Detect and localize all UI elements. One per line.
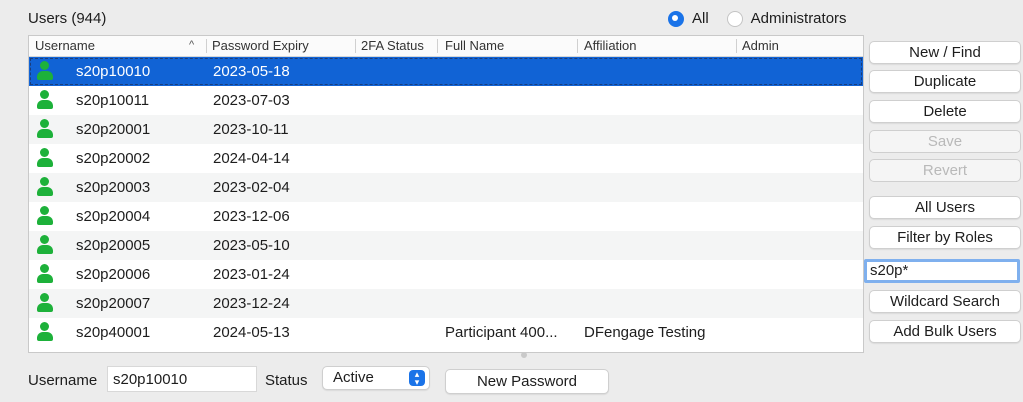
cell-username: s20p20001 xyxy=(76,121,151,138)
radio-all-label: All xyxy=(692,10,709,27)
table-row[interactable]: s20p20005 2023-05-10 xyxy=(29,231,863,260)
cell-password-expiry: 2023-01-24 xyxy=(213,266,290,283)
table-header: Username ^ Password Expiry 2FA Status Fu… xyxy=(29,36,863,57)
users-table: Username ^ Password Expiry 2FA Status Fu… xyxy=(28,35,864,353)
cell-username: s20p20007 xyxy=(76,295,151,312)
table-row[interactable]: s20p20004 2023-12-06 xyxy=(29,202,863,231)
cell-password-expiry: 2024-05-13 xyxy=(213,324,290,341)
radio-all[interactable]: All xyxy=(668,10,709,27)
username-field[interactable]: s20p10010 xyxy=(107,366,257,392)
cell-password-expiry: 2023-12-24 xyxy=(213,295,290,312)
add-bulk-users-button[interactable]: Add Bulk Users xyxy=(869,320,1021,343)
column-divider[interactable] xyxy=(736,39,737,53)
user-icon xyxy=(36,148,54,168)
cell-password-expiry: 2023-10-11 xyxy=(213,121,289,138)
all-users-button[interactable]: All Users xyxy=(869,196,1021,219)
radio-selected-icon[interactable] xyxy=(668,10,684,27)
cell-password-expiry: 2023-02-04 xyxy=(213,179,290,196)
user-icon xyxy=(36,177,54,197)
user-filter-radio-group: All Administrators xyxy=(668,10,857,27)
table-row[interactable]: s20p20007 2023-12-24 xyxy=(29,289,863,318)
column-divider[interactable] xyxy=(206,39,207,53)
cell-password-expiry: 2023-05-18 xyxy=(213,63,290,80)
chevron-up-icon[interactable]: ^ xyxy=(189,39,194,51)
cell-username: s20p10010 xyxy=(76,63,151,80)
revert-button[interactable]: Revert xyxy=(869,159,1021,182)
cell-full-name: Participant 400... xyxy=(445,324,558,341)
user-icon xyxy=(36,264,54,284)
filter-by-roles-button[interactable]: Filter by Roles xyxy=(869,226,1021,249)
new-password-button[interactable]: New Password xyxy=(445,369,609,394)
table-row[interactable]: s20p20002 2024-04-14 xyxy=(29,144,863,173)
table-rows: s20p10010 2023-05-18 s20p10011 2023-07-0… xyxy=(29,57,863,347)
wildcard-search-input[interactable]: s20p* xyxy=(864,259,1020,283)
new-find-button[interactable]: New / Find xyxy=(869,41,1021,64)
delete-button[interactable]: Delete xyxy=(869,100,1021,123)
user-icon xyxy=(36,235,54,255)
user-icon xyxy=(36,119,54,139)
user-icon xyxy=(36,61,54,81)
status-selected-value: Active xyxy=(333,369,374,386)
cell-username: s20p20002 xyxy=(76,150,151,167)
table-row[interactable]: s20p10011 2023-07-03 xyxy=(29,86,863,115)
table-row[interactable]: s20p40001 2024-05-13 Participant 400... … xyxy=(29,318,863,347)
cell-username: s20p20006 xyxy=(76,266,151,283)
column-divider[interactable] xyxy=(577,39,578,53)
column-divider[interactable] xyxy=(437,39,438,53)
cell-username: s20p20005 xyxy=(76,237,151,254)
duplicate-button[interactable]: Duplicate xyxy=(869,70,1021,93)
column-username[interactable]: Username xyxy=(35,38,95,53)
column-affiliation[interactable]: Affiliation xyxy=(584,38,637,53)
status-select[interactable]: Active ▴ ▾ xyxy=(322,366,430,390)
table-row[interactable]: s20p20003 2023-02-04 xyxy=(29,173,863,202)
status-label: Status xyxy=(265,372,308,389)
column-full-name[interactable]: Full Name xyxy=(445,38,504,53)
cell-affiliation: DFengage Testing xyxy=(584,324,706,341)
cell-username: s20p40001 xyxy=(76,324,151,341)
table-row[interactable]: s20p10010 2023-05-18 xyxy=(29,57,863,86)
cell-username: s20p10011 xyxy=(76,92,150,109)
cell-username: s20p20004 xyxy=(76,208,151,225)
column-divider[interactable] xyxy=(355,39,356,53)
column-admin[interactable]: Admin xyxy=(742,38,779,53)
scroll-indicator[interactable] xyxy=(521,352,527,358)
user-icon xyxy=(36,322,54,342)
user-icon xyxy=(36,90,54,110)
table-row[interactable]: s20p20001 2023-10-11 xyxy=(29,115,863,144)
cell-password-expiry: 2023-12-06 xyxy=(213,208,290,225)
up-down-chevron-icon[interactable]: ▴ ▾ xyxy=(409,370,425,387)
users-count-title: Users (944) xyxy=(28,10,107,27)
wildcard-search-button[interactable]: Wildcard Search xyxy=(869,290,1021,313)
radio-unselected-icon[interactable] xyxy=(726,10,743,27)
user-icon xyxy=(36,293,54,313)
radio-administrators[interactable]: Administrators xyxy=(726,10,847,27)
column-password-expiry[interactable]: Password Expiry xyxy=(212,38,309,53)
radio-administrators-label: Administrators xyxy=(750,10,847,27)
cell-password-expiry: 2023-05-10 xyxy=(213,237,290,254)
cell-username: s20p20003 xyxy=(76,179,151,196)
username-label: Username xyxy=(28,372,98,389)
table-row[interactable]: s20p20006 2023-01-24 xyxy=(29,260,863,289)
user-icon xyxy=(36,206,54,226)
save-button[interactable]: Save xyxy=(869,130,1021,153)
cell-password-expiry: 2023-07-03 xyxy=(213,92,290,109)
column-2fa-status[interactable]: 2FA Status xyxy=(361,38,424,53)
cell-password-expiry: 2024-04-14 xyxy=(213,150,290,167)
